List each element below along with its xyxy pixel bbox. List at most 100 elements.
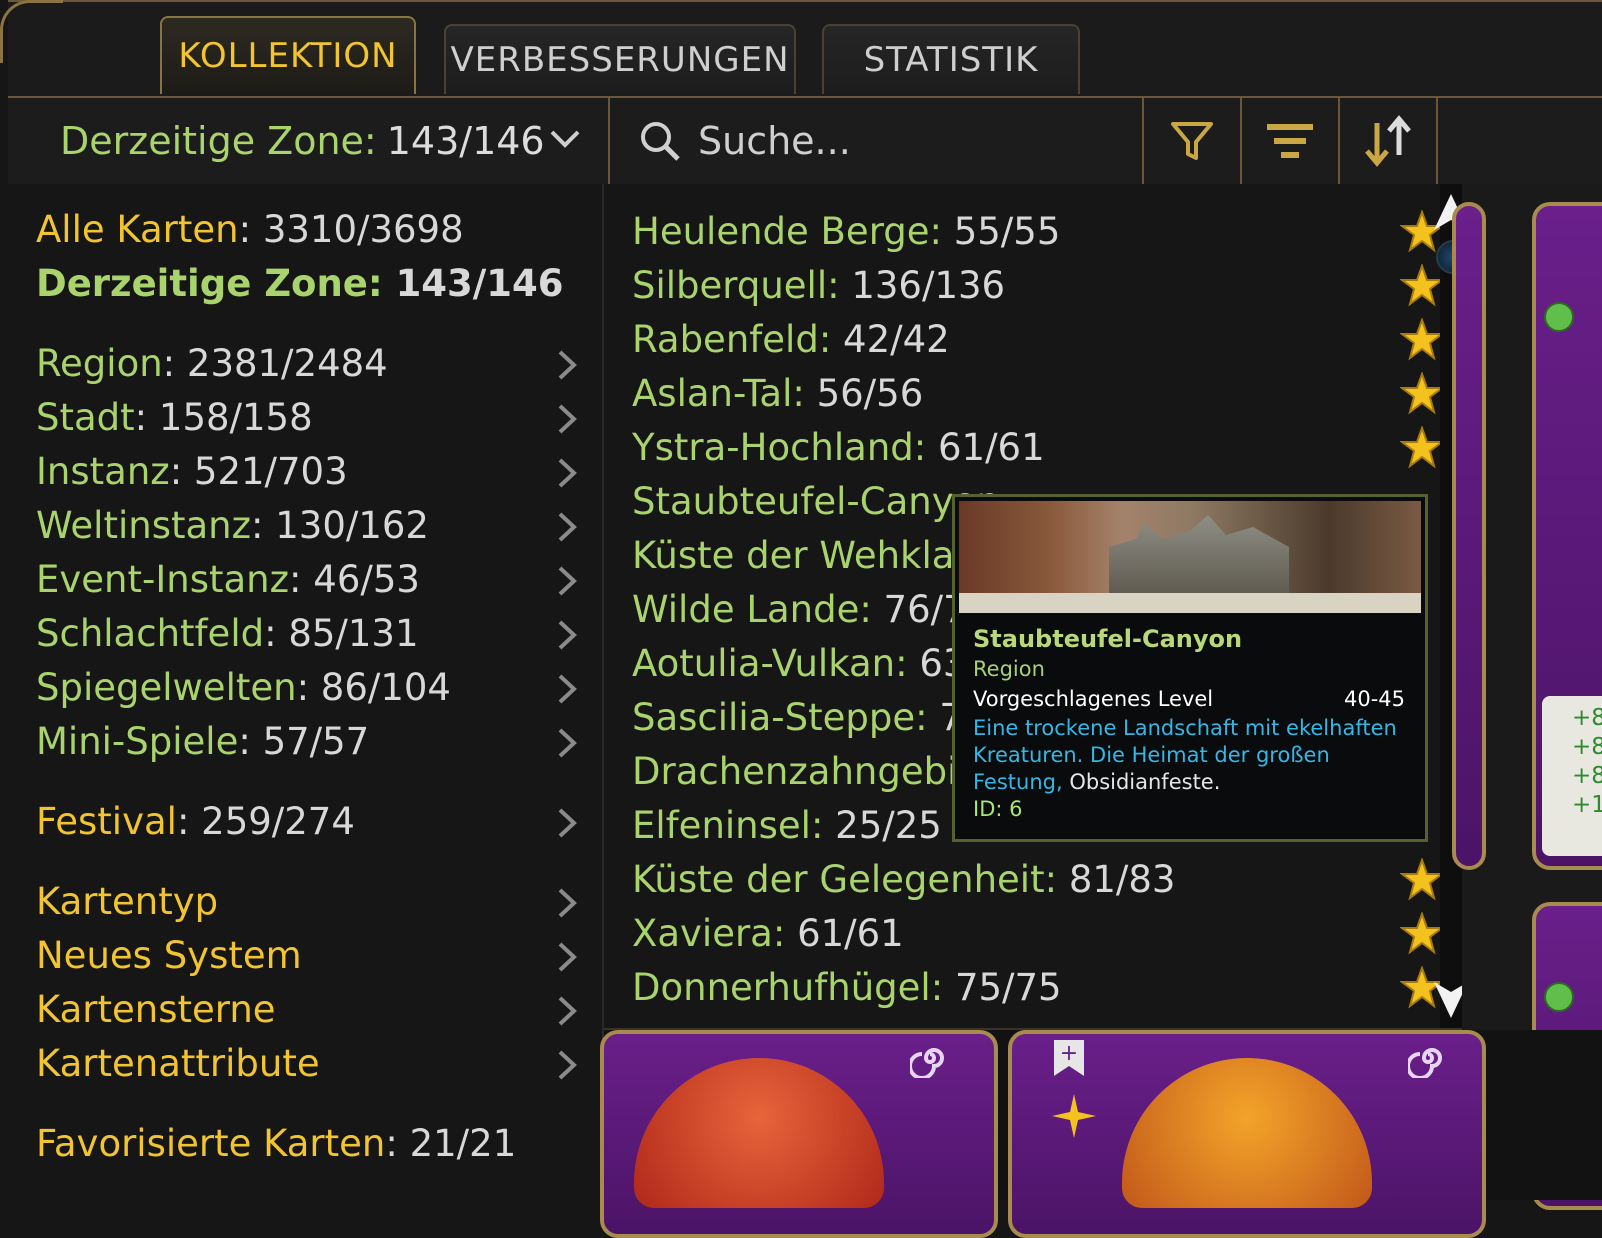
chevron-right-icon[interactable] [556,402,578,436]
zone-name: Heulende Berge: [632,210,942,253]
zone-value: 61/61 [785,912,904,955]
category-spiegelwelten[interactable]: Spiegelwelten: 86/104 [36,666,451,709]
chevron-right-icon[interactable] [556,564,578,598]
category-label: Weltinstanz [36,504,252,547]
zone-row[interactable]: Küste der Gelegenheit: 81/83 [632,858,1175,901]
card-preview[interactable]: + [1008,1030,1486,1238]
chevron-down-icon [550,130,580,148]
chevron-right-icon[interactable] [556,510,578,544]
chevron-right-icon[interactable] [556,806,578,840]
chevron-right-icon[interactable] [556,456,578,490]
zone-row[interactable]: Küste der Wehklage [632,534,1001,577]
fortress-silhouette [1109,515,1289,595]
zone-name: Wilde Lande: [632,588,872,631]
category-label: Region [36,342,163,385]
category-schlachtfeld[interactable]: Schlachtfeld: 85/131 [36,612,419,655]
category-value: : 2381/2484 [162,342,388,385]
zone-row[interactable]: Aslan-Tal: 56/56 [632,372,923,415]
zone-row[interactable]: Silberquell: 136/136 [632,264,1005,307]
tab-statistik[interactable]: STATISTIK [822,24,1080,94]
filter-kartenattribute[interactable]: Kartenattribute [36,1042,320,1085]
search-input[interactable]: Suche... [638,98,851,184]
festival-label: Festival [36,800,177,843]
category-value: : 46/53 [289,558,420,601]
sort-order-icon [1365,115,1411,167]
category-stadt[interactable]: Stadt: 158/158 [36,396,313,439]
mushroom-artwork [1122,1058,1372,1208]
card-edge[interactable] [1452,202,1486,870]
chevron-right-icon[interactable] [556,886,578,920]
zone-value: 61/61 [926,426,1045,469]
sort-order-button[interactable] [1340,98,1436,184]
tab-label: VERBESSERUNGEN [450,40,790,80]
zone-name: Ystra-Hochland: [632,426,927,469]
zone-row[interactable]: Ystra-Hochland: 61/61 [632,426,1045,469]
spiral-icon [910,1048,944,1078]
zone-name: Elfeninsel: [632,804,824,847]
category-instanz[interactable]: Instanz: 521/703 [36,450,348,493]
sort-list-button[interactable] [1242,98,1338,184]
mushroom-artwork [634,1058,884,1208]
chevron-right-icon[interactable] [556,940,578,974]
tooltip-level-label: Vorgeschlagenes Level [973,687,1214,711]
chevron-right-icon[interactable] [556,994,578,1028]
category-event-instanz[interactable]: Event-Instanz: 46/53 [36,558,420,601]
search-placeholder: Suche... [698,119,851,163]
category-label: Schlachtfeld [36,612,265,655]
current-zone-row[interactable]: Derzeitige Zone: 143/146 [36,262,564,305]
category-label: Mini-Spiele [36,720,239,763]
zone-name: Donnerhufhügel: [632,966,944,1009]
tab-verbesserungen[interactable]: VERBESSERUNGEN [444,24,796,94]
chevron-right-icon[interactable] [556,1048,578,1082]
filter-neues-system[interactable]: Neues System [36,934,302,977]
zone-preview-image [959,501,1421,613]
chevron-right-icon[interactable] [556,672,578,706]
category-value: : 57/57 [238,720,370,763]
sort-lines-icon [1267,124,1313,158]
category-mini-spiele[interactable]: Mini-Spiele: 57/57 [36,720,369,763]
filter-button[interactable] [1144,98,1240,184]
zone-row[interactable]: Xaviera: 61/61 [632,912,904,955]
zone-row[interactable]: Wilde Lande: 76/76 [632,588,990,631]
category-value: : 85/131 [264,612,419,655]
favorites-value: : 21/21 [385,1122,517,1165]
category-region[interactable]: Region: 2381/2484 [36,342,388,385]
category-festival[interactable]: Festival: 259/274 [36,800,355,843]
category-value: : 158/158 [134,396,313,439]
tab-kollektion[interactable]: KOLLEKTION [160,16,416,94]
chevron-right-icon[interactable] [556,618,578,652]
spiral-icon [1408,1048,1442,1078]
favorites-label: Favorisierte Karten [36,1122,386,1165]
card-preview[interactable]: +8 +8 +8 +1 [1532,202,1602,870]
zone-dropdown[interactable]: Derzeitige Zone: 143/146 [8,98,610,184]
category-weltinstanz[interactable]: Weltinstanz: 130/162 [36,504,429,547]
card-preview[interactable] [600,1030,998,1238]
bookmark-icon[interactable]: + [1052,1038,1086,1078]
canyon-floor [959,593,1421,613]
category-value: : 86/104 [296,666,451,709]
star-icon [1400,318,1444,361]
card-stat: +8 [1572,763,1602,789]
tooltip-description: Eine trockene Landschaft mit ekelhaften … [973,715,1413,796]
zone-value: 25/25 [823,804,942,847]
zone-value: 81/83 [1057,858,1176,901]
zone-row[interactable]: Heulende Berge: 55/55 [632,210,1060,253]
zone-row[interactable]: Elfeninsel: 25/25 [632,804,942,847]
zone-row[interactable]: Sascilia-Steppe: 73/ [632,696,999,739]
card-stats-box: +8 +8 +8 +1 [1542,696,1602,856]
chevron-right-icon[interactable] [556,348,578,382]
favorites-row[interactable]: Favorisierte Karten: 21/21 [36,1122,516,1165]
zone-tooltip: Staubteufel-Canyon Region Vorgeschlagene… [952,494,1428,842]
toolbar: Derzeitige Zone: 143/146 Suche... [8,96,1602,186]
zone-row[interactable]: Staubteufel-Canyon [632,480,1000,523]
filter-kartensterne[interactable]: Kartensterne [36,988,276,1031]
zone-row[interactable]: Rabenfeld: 42/42 [632,318,950,361]
zone-row[interactable]: Aotulia-Vulkan: 63/ [632,642,979,685]
all-cards-row[interactable]: Alle Karten: 3310/3698 [36,208,464,251]
filter-kartentyp[interactable]: Kartentyp [36,880,218,923]
chevron-right-icon[interactable] [556,726,578,760]
category-value: : 521/703 [169,450,348,493]
filter-label: Kartentyp [36,880,219,923]
svg-text:+: + [1060,1041,1078,1066]
zone-row[interactable]: Donnerhufhügel: 75/75 [632,966,1062,1009]
